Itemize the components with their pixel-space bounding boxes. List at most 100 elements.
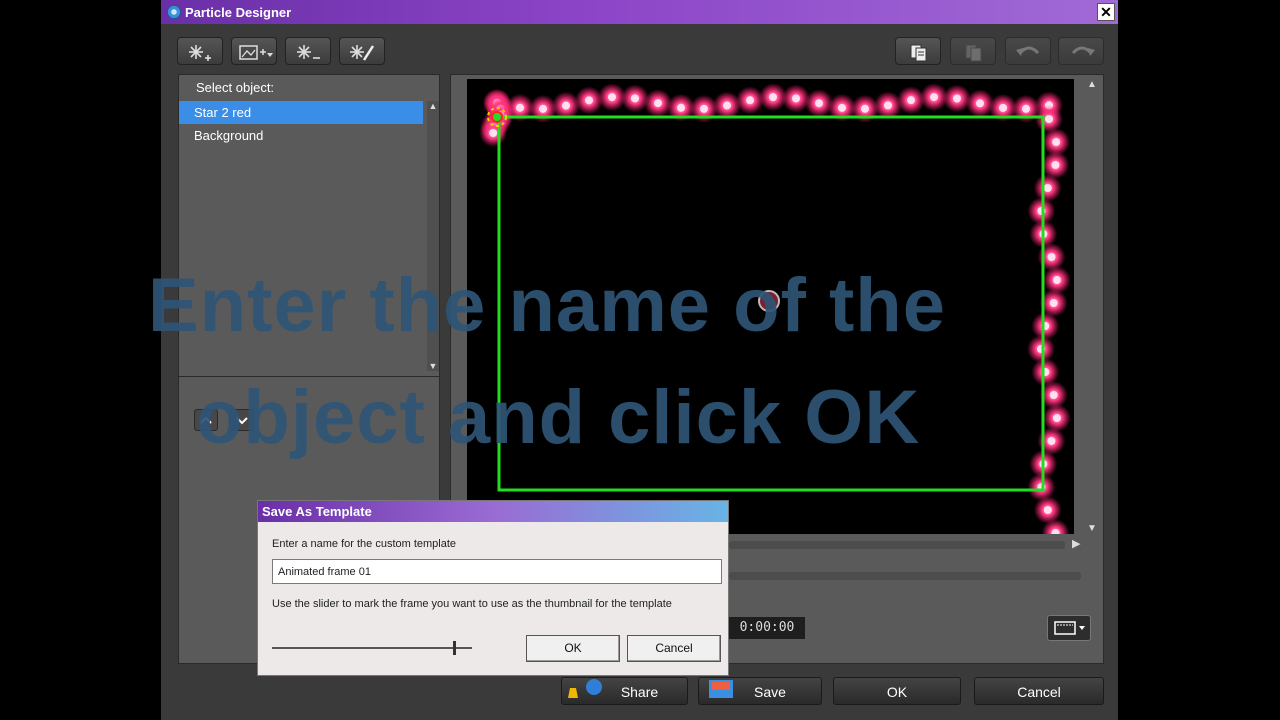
thumbnail-slider[interactable] <box>272 641 472 655</box>
particle-dot <box>1043 184 1052 192</box>
cancel-button[interactable]: Cancel <box>974 677 1104 705</box>
scroll-up-icon[interactable]: ▲ <box>1085 79 1099 90</box>
particle-dot <box>999 103 1007 112</box>
particle-dot <box>489 129 498 137</box>
scroll-down-icon[interactable]: ▼ <box>1085 523 1099 534</box>
particle-dot <box>516 103 524 112</box>
particle-dot <box>1052 414 1061 422</box>
copy-button[interactable] <box>895 37 941 65</box>
particle-dot <box>608 93 616 102</box>
particle-dot <box>769 93 777 102</box>
particle-dot <box>1049 391 1058 399</box>
close-button[interactable]: ✕ <box>1097 3 1115 21</box>
save-button[interactable]: Save <box>698 677 822 705</box>
template-name-input[interactable] <box>272 559 722 584</box>
particle-dot <box>976 99 984 108</box>
object-list-scrollbar[interactable]: ▲ ▼ <box>427 101 439 371</box>
center-point-icon[interactable] <box>758 290 780 312</box>
paste-button[interactable] <box>950 37 996 65</box>
particle-dot <box>1022 104 1030 113</box>
preview-vertical-scrollbar[interactable]: ▲ ▼ <box>1085 79 1099 534</box>
title-bar: Particle Designer ✕ <box>161 0 1118 24</box>
particle-dot <box>746 96 754 105</box>
particle-dot <box>907 96 915 105</box>
particle-dot <box>861 104 869 113</box>
dialog-ok-button[interactable]: OK <box>526 635 620 662</box>
particle-dot <box>884 101 892 110</box>
particle-dot <box>1052 276 1061 284</box>
view-mode-button[interactable] <box>1047 615 1091 641</box>
scroll-down-icon[interactable]: ▼ <box>427 361 439 371</box>
edit-particle-icon <box>350 45 375 61</box>
chevron-down-icon <box>236 417 248 425</box>
redo-icon <box>1071 46 1095 56</box>
particle-dot <box>838 103 846 112</box>
share-icon <box>568 679 602 698</box>
particle-dot <box>723 101 731 110</box>
particle-dot <box>539 104 547 113</box>
share-button[interactable]: Share <box>561 677 688 705</box>
list-item-background[interactable]: Background <box>179 124 423 147</box>
particle-dot <box>930 93 938 102</box>
move-down-button[interactable] <box>230 409 254 431</box>
particle-dot <box>677 103 685 112</box>
copy-icon <box>910 44 927 62</box>
dialog-prompt: Enter a name for the custom template <box>272 538 457 550</box>
particle-dot <box>1045 115 1053 123</box>
dialog-title: Save As Template <box>258 501 728 522</box>
save-label: Save <box>754 684 786 700</box>
insert-image-button[interactable] <box>231 37 277 65</box>
select-object-label: Select object: <box>196 80 275 95</box>
particle-dot <box>1047 437 1056 445</box>
dialog-cancel-button[interactable]: Cancel <box>627 635 721 662</box>
add-particle-button[interactable] <box>177 37 223 65</box>
particle-preview <box>479 83 1071 534</box>
particle-dot <box>792 94 800 103</box>
save-icon <box>709 680 733 698</box>
share-label: Share <box>620 684 659 700</box>
list-item-star-2-red[interactable]: Star 2 red <box>179 101 423 124</box>
preview-canvas[interactable] <box>467 79 1074 534</box>
particle-dot <box>953 94 961 103</box>
particle-dot <box>1049 299 1058 307</box>
toolbar <box>161 24 1118 74</box>
particle-dot <box>654 99 662 108</box>
timeline-track[interactable] <box>729 541 1065 549</box>
cancel-label: Cancel <box>1017 684 1061 700</box>
ok-label: OK <box>886 684 908 700</box>
app-icon <box>167 5 181 19</box>
particle-dot <box>1051 161 1060 169</box>
particle-dot <box>1043 506 1052 514</box>
timeline-right-icon[interactable]: ▶ <box>1072 537 1080 550</box>
save-as-template-dialog: Save As Template Enter a name for the cu… <box>257 500 729 676</box>
redo-button[interactable] <box>1058 37 1104 65</box>
timecode-display: 0:00:00 <box>729 617 805 639</box>
particle-dot <box>562 101 570 110</box>
divider <box>179 376 439 377</box>
window-title: Particle Designer <box>185 5 292 20</box>
particle-dot <box>815 99 823 108</box>
object-list: Star 2 red Background <box>179 101 441 147</box>
slider-track[interactable] <box>272 647 472 649</box>
remove-particle-button[interactable] <box>285 37 331 65</box>
remove-particle-icon <box>297 45 320 59</box>
dialog-hint: Use the slider to mark the frame you wan… <box>272 598 672 610</box>
undo-icon <box>1016 46 1040 56</box>
particle-dot <box>700 104 708 113</box>
particle-dot <box>585 96 593 105</box>
particle-dot <box>1047 253 1056 261</box>
move-up-button[interactable] <box>194 409 218 431</box>
timeline-track-2[interactable] <box>729 572 1081 580</box>
edit-particle-button[interactable] <box>339 37 385 65</box>
chevron-up-icon <box>200 416 212 424</box>
paste-icon <box>965 44 982 62</box>
undo-button[interactable] <box>1005 37 1051 65</box>
particle-dot <box>631 94 639 103</box>
ok-button[interactable]: OK <box>833 677 961 705</box>
slider-thumb[interactable] <box>453 641 456 655</box>
insert-image-icon <box>239 45 273 60</box>
screen-icon <box>1054 621 1085 635</box>
scroll-up-icon[interactable]: ▲ <box>427 101 439 111</box>
particle-dot <box>1052 138 1061 146</box>
add-particle-icon <box>189 45 211 61</box>
